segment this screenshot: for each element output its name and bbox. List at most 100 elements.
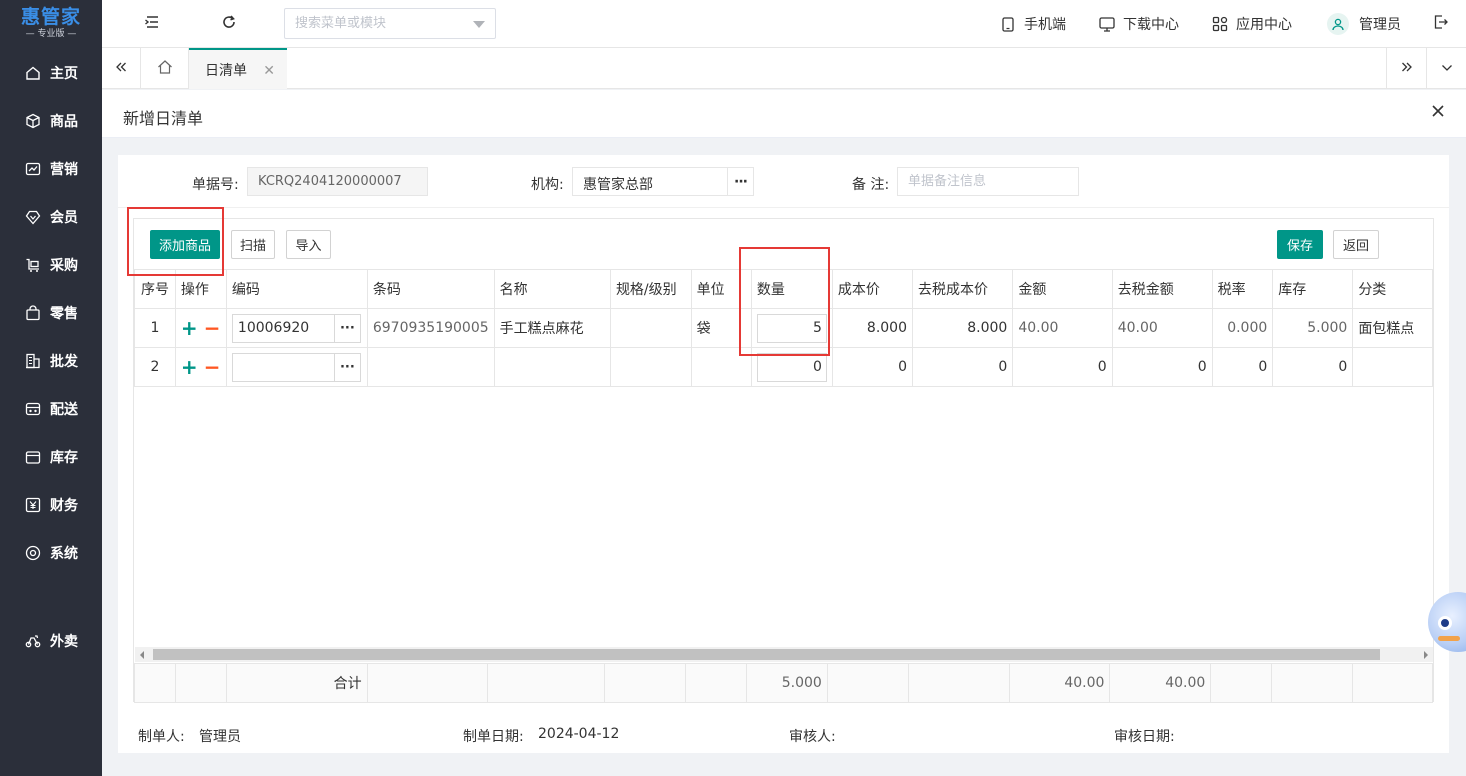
totals-cell	[487, 663, 606, 703]
totals-amount: 40.00	[1008, 663, 1111, 703]
totals-label: 合计	[225, 663, 368, 703]
row-tax-rate: 0.000	[1211, 308, 1274, 348]
menu-fold-icon	[144, 15, 160, 33]
row-name: 手工糕点麻花	[493, 308, 611, 348]
code-field[interactable]: ···	[231, 313, 361, 343]
logo-main: 惠管家	[20, 6, 81, 28]
sidebar-item-member[interactable]: 会员	[0, 197, 102, 237]
audit-date-label: 审核日期:	[1114, 729, 1175, 745]
menu-toggle-button[interactable]	[142, 14, 162, 34]
scan-button[interactable]: 扫描	[231, 230, 275, 259]
more-options-icon[interactable]: ···	[333, 314, 360, 342]
code-field[interactable]: ···	[231, 352, 361, 382]
plus-icon[interactable]: +	[181, 357, 198, 377]
page-close-button[interactable]	[1428, 103, 1448, 123]
col-header: 税率	[1211, 269, 1274, 309]
sidebar-item-label: 库存	[50, 450, 78, 466]
doc-no-label: 单据号:	[192, 177, 239, 193]
app-center-label: 应用中心	[1236, 17, 1292, 33]
sidebar-item-marketing[interactable]: 营销	[0, 149, 102, 189]
qty-input[interactable]	[757, 314, 826, 342]
tab-home[interactable]	[141, 48, 189, 89]
row-spec	[609, 308, 692, 348]
col-header: 分类	[1352, 269, 1433, 309]
refresh-button[interactable]	[219, 14, 239, 34]
sidebar-item-finance[interactable]: 财务	[0, 485, 102, 525]
sidebar-item-label: 批发	[50, 354, 78, 370]
app-center-link[interactable]: 应用中心	[1212, 0, 1292, 48]
sidebar-item-goods[interactable]: 商品	[0, 101, 102, 141]
double-chevron-right-icon	[1401, 61, 1413, 77]
sidebar-item-inventory[interactable]: 库存	[0, 437, 102, 477]
tabs-dropdown-button[interactable]	[1426, 48, 1466, 89]
row-spec	[609, 347, 692, 387]
col-header: 去税金额	[1111, 269, 1213, 309]
menu-search[interactable]	[284, 8, 496, 39]
sidebar-item-home[interactable]: 主页	[0, 53, 102, 93]
page-title: 新增日清单	[123, 109, 204, 128]
top-bar: 手机端 下载中心 应用中心 管理员	[102, 0, 1466, 48]
scrollbar-thumb[interactable]	[153, 649, 1380, 660]
menu-search-input[interactable]	[285, 9, 465, 38]
yen-icon	[24, 496, 42, 514]
row-qty-cell	[750, 308, 833, 348]
assistant-eye	[1438, 616, 1452, 630]
sidebar-item-label: 财务	[50, 498, 78, 514]
horizontal-scrollbar[interactable]	[135, 647, 1433, 662]
remark-input[interactable]	[898, 168, 1078, 195]
sidebar-item-retail[interactable]: 零售	[0, 293, 102, 333]
sidebar-item-system[interactable]: 系统	[0, 533, 102, 573]
row-category: 面包糕点	[1352, 308, 1433, 348]
add-goods-button[interactable]: 添加商品	[150, 230, 220, 259]
sidebar-item-label: 主页	[50, 66, 78, 82]
scroll-left-arrow-icon[interactable]	[140, 651, 144, 659]
code-input[interactable]	[232, 353, 333, 381]
totals-qty: 5.000	[745, 663, 828, 703]
sidebar-item-wholesale[interactable]: 批发	[0, 341, 102, 381]
back-button[interactable]: 返回	[1333, 230, 1379, 259]
remark-field[interactable]	[897, 167, 1079, 196]
tabs-scroll-left-button[interactable]	[102, 48, 141, 89]
row-name	[493, 347, 611, 387]
row-amount-ex-tax: 40.00	[1111, 308, 1213, 348]
code-input[interactable]	[232, 314, 333, 342]
col-header: 单位	[690, 269, 752, 309]
qty-input[interactable]	[757, 353, 826, 381]
user-menu[interactable]: 管理员	[1327, 0, 1401, 48]
tabs-scroll-right-button[interactable]	[1386, 48, 1426, 89]
col-header: 去税成本价	[911, 269, 1014, 309]
chevron-down-icon[interactable]	[473, 21, 485, 28]
import-button[interactable]: 导入	[286, 230, 331, 259]
user-name: 管理员	[1359, 17, 1401, 33]
minus-icon[interactable]: −	[204, 357, 221, 377]
row-amount-ex-tax: 0	[1111, 347, 1213, 387]
plus-icon[interactable]: +	[181, 318, 198, 338]
totals-cell	[1271, 663, 1354, 703]
scroll-right-arrow-icon[interactable]	[1424, 651, 1428, 659]
more-options-icon[interactable]: ···	[727, 168, 753, 195]
close-icon[interactable]: ✕	[263, 63, 275, 79]
download-center-link[interactable]: 下载中心	[1099, 0, 1179, 48]
col-header: 名称	[493, 269, 611, 309]
grid-toolbar: 添加商品 扫描 导入 保存 返回	[134, 219, 1433, 269]
sidebar-item-purchase[interactable]: 采购	[0, 245, 102, 285]
box-icon	[24, 112, 42, 130]
tab-daily-list[interactable]: 日清单 ✕	[189, 48, 287, 89]
mobile-link[interactable]: 手机端	[1000, 0, 1066, 48]
sidebar-item-takeout[interactable]: 外卖	[0, 621, 102, 661]
sidebar-item-delivery[interactable]: 配送	[0, 389, 102, 429]
double-chevron-left-icon	[115, 61, 127, 77]
row-cost: 8.000	[831, 308, 914, 348]
save-button[interactable]: 保存	[1277, 230, 1323, 259]
bag-icon	[24, 304, 42, 322]
logout-button[interactable]	[1431, 14, 1451, 34]
org-select[interactable]: 惠管家总部 ···	[572, 167, 754, 196]
qty-field[interactable]	[756, 352, 827, 382]
row-barcode: 6970935190005	[366, 308, 495, 348]
qty-field[interactable]	[756, 313, 827, 343]
more-options-icon[interactable]: ···	[333, 353, 360, 381]
scooter-icon	[24, 632, 42, 650]
minus-icon[interactable]: −	[204, 318, 221, 338]
totals-cell	[685, 663, 747, 703]
table-row: 2 + − ··· 0 0 0 0 0 0 0	[134, 347, 1433, 387]
